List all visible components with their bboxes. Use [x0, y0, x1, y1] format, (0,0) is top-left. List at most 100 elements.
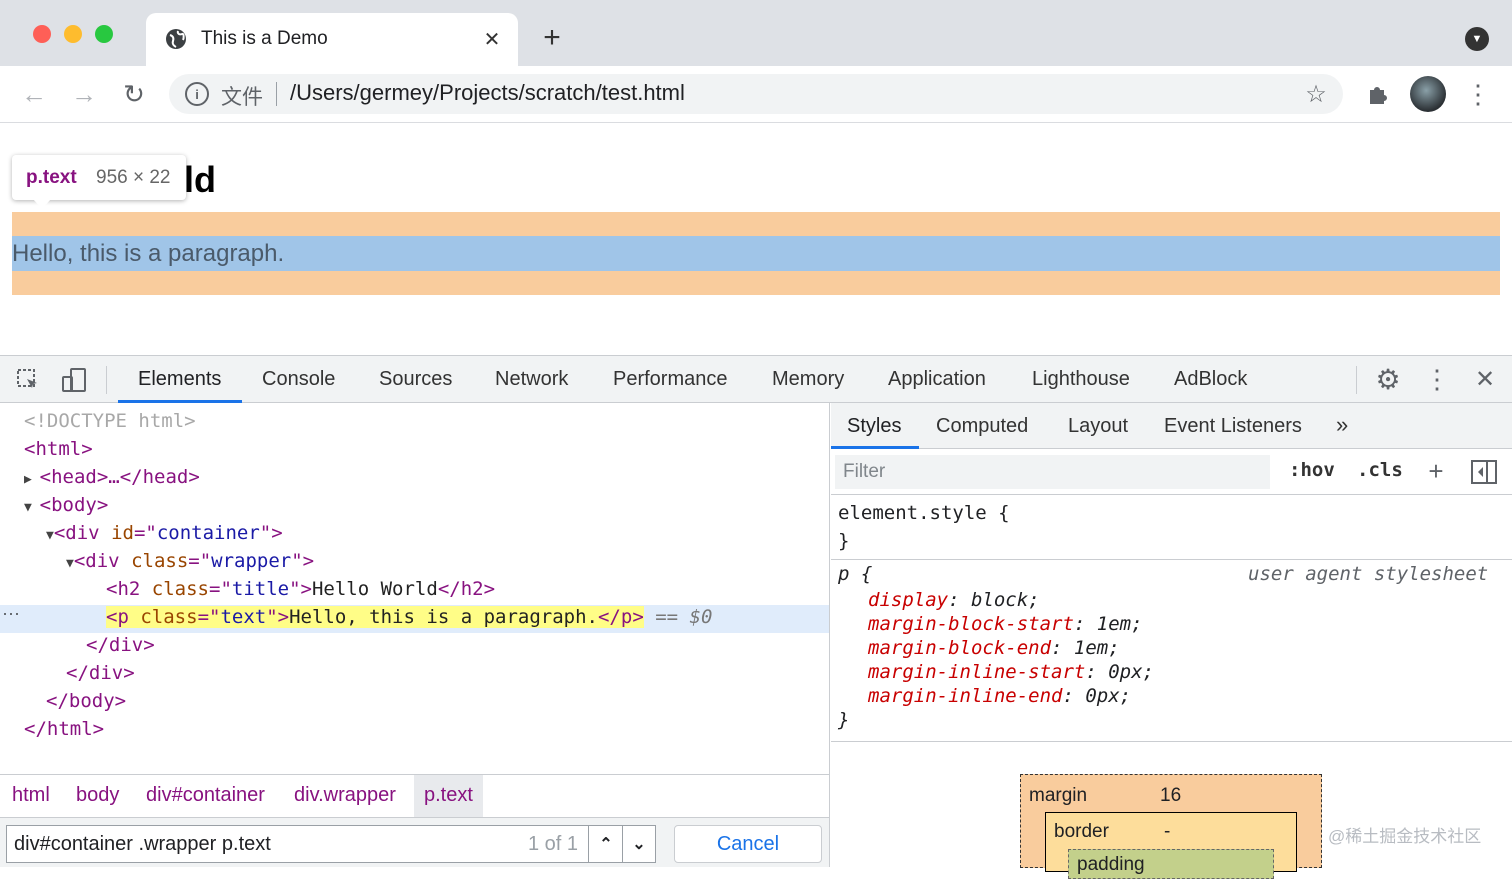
- toggle-sidebar-icon[interactable]: [1470, 459, 1498, 485]
- head-line[interactable]: ▶ <head>…</head>: [24, 463, 200, 494]
- expand-triangle-icon[interactable]: ▶: [24, 472, 40, 487]
- tab-elements[interactable]: Elements: [138, 368, 221, 391]
- cancel-button[interactable]: Cancel: [674, 825, 822, 863]
- breadcrumb: html body div#container div.wrapper p.te…: [0, 774, 829, 818]
- style-prop-row[interactable]: display: block;: [868, 589, 1040, 611]
- breadcrumb-html[interactable]: html: [12, 784, 50, 807]
- tab-performance[interactable]: Performance: [613, 368, 728, 391]
- body-line[interactable]: ▼ <body>: [24, 491, 108, 522]
- styles-filter-row: Filter :hov .cls +: [831, 449, 1512, 495]
- info-icon[interactable]: i: [185, 82, 209, 106]
- collapse-triangle-icon[interactable]: ▼: [24, 500, 40, 515]
- tab-title: This is a Demo: [201, 28, 328, 49]
- div-wrapper-line[interactable]: ▼<div class="wrapper">: [66, 547, 314, 578]
- rule-divider: [831, 741, 1512, 742]
- body-close-line[interactable]: </body>: [46, 687, 126, 715]
- tab-network[interactable]: Network: [495, 368, 568, 391]
- p-text-line-selected[interactable]: <p class="text">Hello, this is a paragra…: [106, 603, 712, 631]
- cls-toggle[interactable]: .cls: [1357, 459, 1403, 481]
- minimize-window-button[interactable]: [64, 25, 82, 43]
- box-model-border[interactable]: border - padding: [1045, 812, 1297, 879]
- collapse-triangle-icon[interactable]: ▼: [46, 528, 54, 543]
- doctype-line[interactable]: <!DOCTYPE html>: [24, 407, 196, 435]
- page-viewport: Hello, this is a paragraph. ld p.text 95…: [0, 123, 1512, 355]
- box-model-margin[interactable]: margin 16 border - padding: [1020, 774, 1322, 879]
- more-options-icon[interactable]: ⋮: [1424, 364, 1450, 394]
- html-close-line[interactable]: </html>: [24, 715, 104, 743]
- browser-tab-strip: This is a Demo ✕ + ▼: [0, 0, 1512, 66]
- elements-panel: ⋯ <!DOCTYPE html> <html> ▶ <head>…</head…: [0, 403, 830, 867]
- element-style-close: }: [838, 530, 850, 552]
- tab-styles[interactable]: Styles: [847, 415, 901, 438]
- tab-layout[interactable]: Layout: [1068, 415, 1128, 438]
- close-window-button[interactable]: [33, 25, 51, 43]
- breadcrumb-div-container[interactable]: div#container: [146, 784, 265, 807]
- close-tab-icon[interactable]: ✕: [480, 27, 504, 51]
- browser-menu-icon[interactable]: ⋮: [1465, 79, 1491, 109]
- tab-adblock[interactable]: AdBlock: [1174, 368, 1247, 391]
- dollar-zero-label: == $0: [655, 606, 713, 628]
- maximize-window-button[interactable]: [95, 25, 113, 43]
- tab-console[interactable]: Console: [262, 368, 335, 391]
- collapse-triangle-icon[interactable]: ▼: [66, 556, 74, 571]
- new-tab-button[interactable]: +: [538, 21, 566, 54]
- box-model-padding[interactable]: padding: [1068, 849, 1274, 879]
- gear-icon[interactable]: ⚙: [1374, 364, 1402, 395]
- more-tabs-chevron-icon[interactable]: »: [1336, 412, 1348, 438]
- tab-computed[interactable]: Computed: [936, 415, 1028, 438]
- p-rule-selector[interactable]: p {: [838, 563, 872, 585]
- dom-search-input[interactable]: div#container .wrapper p.text 1 of 1 ⌃ ⌄: [6, 825, 656, 863]
- border-label: border: [1054, 821, 1109, 842]
- hov-toggle[interactable]: :hov: [1289, 459, 1335, 481]
- tab-application[interactable]: Application: [888, 368, 986, 391]
- margin-label: margin: [1029, 785, 1088, 806]
- close-devtools-icon[interactable]: ✕: [1472, 365, 1498, 393]
- search-query: div#container .wrapper p.text: [14, 833, 271, 855]
- reload-icon[interactable]: ↻: [120, 79, 148, 109]
- tab-sources[interactable]: Sources: [379, 368, 452, 391]
- row-more-icon[interactable]: ⋯: [2, 604, 20, 625]
- toolbar-divider: [1356, 366, 1357, 394]
- border-value[interactable]: -: [1164, 821, 1170, 843]
- breadcrumb-div-wrapper[interactable]: div.wrapper: [294, 784, 396, 807]
- html-open-line[interactable]: <html>: [24, 435, 93, 463]
- url-text[interactable]: /Users/germey/Projects/scratch/test.html: [290, 80, 685, 106]
- style-prop-row[interactable]: margin-block-start: 1em;: [868, 613, 1143, 635]
- search-count: 1 of 1: [528, 833, 579, 855]
- search-next-icon[interactable]: ⌄: [624, 830, 654, 858]
- watermark: @稀土掘金技术社区: [1328, 827, 1482, 846]
- back-arrow-icon[interactable]: ←: [20, 79, 48, 109]
- bookmark-star-icon[interactable]: ☆: [1302, 80, 1330, 108]
- breadcrumb-body[interactable]: body: [76, 784, 119, 807]
- style-prop-row[interactable]: margin-block-end: 1em;: [868, 637, 1120, 659]
- dom-search-bar: div#container .wrapper p.text 1 of 1 ⌃ ⌄…: [0, 818, 829, 867]
- inspect-element-icon[interactable]: [14, 366, 42, 394]
- padding-label: padding: [1077, 854, 1145, 875]
- forward-arrow-icon[interactable]: →: [70, 79, 98, 109]
- device-toolbar-icon[interactable]: [60, 366, 88, 394]
- page-paragraph: Hello, this is a paragraph.: [12, 240, 285, 267]
- tab-event-listeners[interactable]: Event Listeners: [1164, 415, 1302, 438]
- address-bar[interactable]: i 文件 /Users/germey/Projects/scratch/test…: [169, 74, 1343, 114]
- styles-tab-bar: Styles Computed Layout Event Listeners »: [831, 403, 1512, 449]
- div-close-line[interactable]: </div>: [86, 631, 155, 659]
- div-close-line[interactable]: </div>: [66, 659, 135, 687]
- tab-memory[interactable]: Memory: [772, 368, 844, 391]
- search-previous-icon[interactable]: ⌃: [591, 830, 621, 858]
- margin-value[interactable]: 16: [1160, 785, 1181, 807]
- search-divider: [622, 826, 623, 862]
- element-style-rule[interactable]: element.style {: [838, 499, 1010, 527]
- h2-line[interactable]: <h2 class="title">Hello World</h2>: [106, 575, 495, 603]
- new-style-rule-icon[interactable]: +: [1423, 456, 1449, 486]
- extensions-puzzle-icon[interactable]: [1364, 80, 1392, 108]
- tab-search-icon[interactable]: ▼: [1465, 27, 1489, 51]
- breadcrumb-p-text[interactable]: p.text: [414, 775, 483, 817]
- browser-tab[interactable]: This is a Demo ✕: [146, 13, 518, 66]
- tooltip-selector: p.text: [26, 167, 77, 188]
- div-container-line[interactable]: ▼<div id="container">: [46, 519, 283, 550]
- avatar[interactable]: [1410, 76, 1446, 112]
- tab-lighthouse[interactable]: Lighthouse: [1032, 368, 1130, 391]
- styles-filter-input[interactable]: Filter: [835, 455, 1270, 489]
- style-prop-row[interactable]: margin-inline-end: 0px;: [868, 685, 1131, 707]
- style-prop-row[interactable]: margin-inline-start: 0px;: [868, 661, 1154, 683]
